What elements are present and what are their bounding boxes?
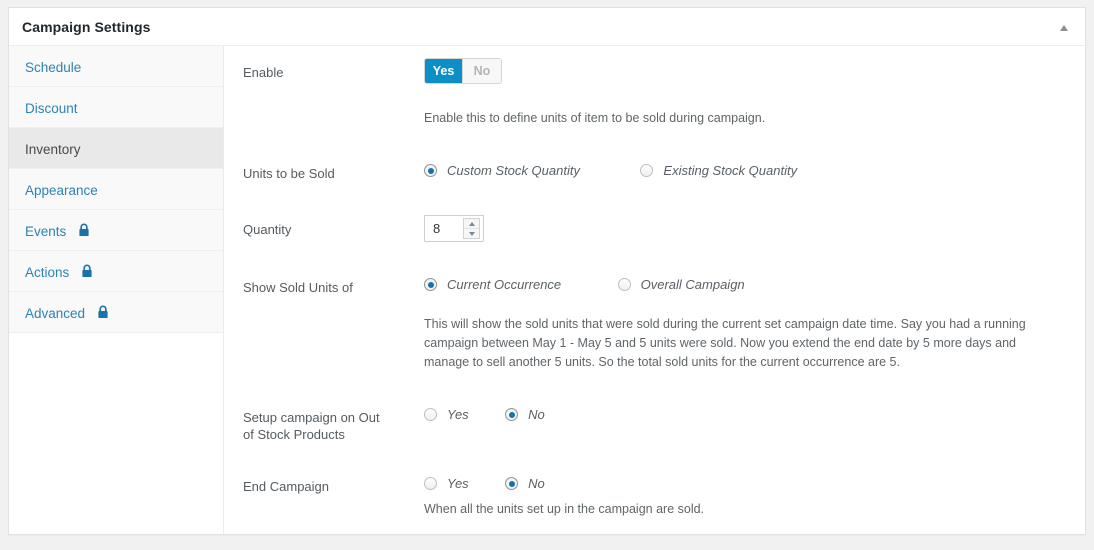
radio-end-campaign-no[interactable]: No [505,476,545,491]
enable-toggle-yes[interactable]: Yes [425,59,463,83]
lock-icon [81,264,93,278]
chevron-up-icon[interactable] [1054,20,1074,36]
radio-out-of-stock-yes[interactable]: Yes [424,407,469,422]
campaign-settings-panel: Campaign Settings Schedule Discount Inve… [8,7,1086,535]
radio-label: No [528,476,545,491]
radio-overall-campaign[interactable]: Overall Campaign [617,277,745,292]
sidebar-item-label: Inventory [25,141,81,157]
sidebar-item-label: Appearance [25,182,98,198]
quantity-spin-up[interactable] [464,219,479,229]
units-to-be-sold-radio-group[interactable]: Custom Stock Quantity Existing Stock Qua… [424,163,823,182]
quantity-spinner[interactable] [463,218,480,239]
lock-icon [78,223,90,237]
enable-toggle-no[interactable]: No [463,59,501,83]
radio-indicator [424,278,437,291]
quantity-stepper[interactable]: 8 [424,215,484,242]
sidebar-item-label: Schedule [25,59,82,75]
radio-label: Custom Stock Quantity [447,163,580,178]
panel-header: Campaign Settings [9,8,1085,46]
enable-label: Enable [243,65,284,80]
show-sold-units-description: This will show the sold units that were … [424,317,1026,369]
sidebar-item-schedule[interactable]: Schedule [9,46,223,87]
radio-label: Yes [447,476,469,491]
end-campaign-radio-group[interactable]: Yes No [424,476,571,495]
settings-sidebar: Schedule Discount Inventory Appearance E… [9,46,224,534]
sidebar-item-discount[interactable]: Discount [9,87,223,128]
radio-end-campaign-yes[interactable]: Yes [424,476,469,491]
sidebar-item-events[interactable]: Events [9,210,223,251]
sidebar-item-label: Actions [25,264,70,280]
radio-out-of-stock-no[interactable]: No [505,407,545,422]
settings-content: Enable Yes No Enable this to define unit… [225,46,1085,534]
radio-indicator [640,164,654,177]
sidebar-item-advanced[interactable]: Advanced [9,292,223,333]
lock-icon [97,305,109,319]
radio-indicator [424,164,437,177]
enable-toggle[interactable]: Yes No [424,58,502,84]
sidebar-item-appearance[interactable]: Appearance [9,169,223,210]
enable-description: Enable this to define units of item to b… [424,111,766,125]
radio-custom-stock-quantity[interactable]: Custom Stock Quantity [424,163,580,178]
radio-indicator [505,477,519,490]
out-of-stock-label: Setup campaign on Out of Stock Products [243,410,380,442]
radio-label: Current Occurrence [447,277,562,292]
sidebar-item-actions[interactable]: Actions [9,251,223,292]
sidebar-item-label: Advanced [25,305,86,321]
radio-label: Yes [447,407,469,422]
panel-body: Schedule Discount Inventory Appearance E… [9,46,1085,534]
radio-indicator [424,477,437,490]
sidebar-item-inventory[interactable]: Inventory [9,128,223,169]
radio-label: Existing Stock Quantity [663,163,798,178]
radio-indicator [424,408,437,421]
sidebar-item-label: Events [25,223,67,239]
quantity-input[interactable]: 8 [425,216,463,241]
radio-indicator [505,408,519,421]
radio-current-occurrence[interactable]: Current Occurrence [424,277,561,292]
page-title: Campaign Settings [22,19,151,35]
quantity-spin-down[interactable] [464,229,479,238]
quantity-label: Quantity [243,222,292,237]
radio-label: No [528,407,545,422]
show-sold-units-label: Show Sold Units of [243,280,353,295]
sidebar-item-label: Discount [25,100,78,116]
out-of-stock-radio-group[interactable]: Yes No [424,407,571,426]
end-campaign-label: End Campaign [243,479,329,494]
radio-indicator [617,278,631,291]
units-to-be-sold-label: Units to be Sold [243,166,335,181]
radio-label: Overall Campaign [640,277,745,292]
end-campaign-description: When all the units set up in the campaig… [424,502,705,516]
radio-existing-stock-quantity[interactable]: Existing Stock Quantity [640,163,797,178]
show-sold-units-radio-group[interactable]: Current Occurrence Overall Campaign [424,277,771,296]
